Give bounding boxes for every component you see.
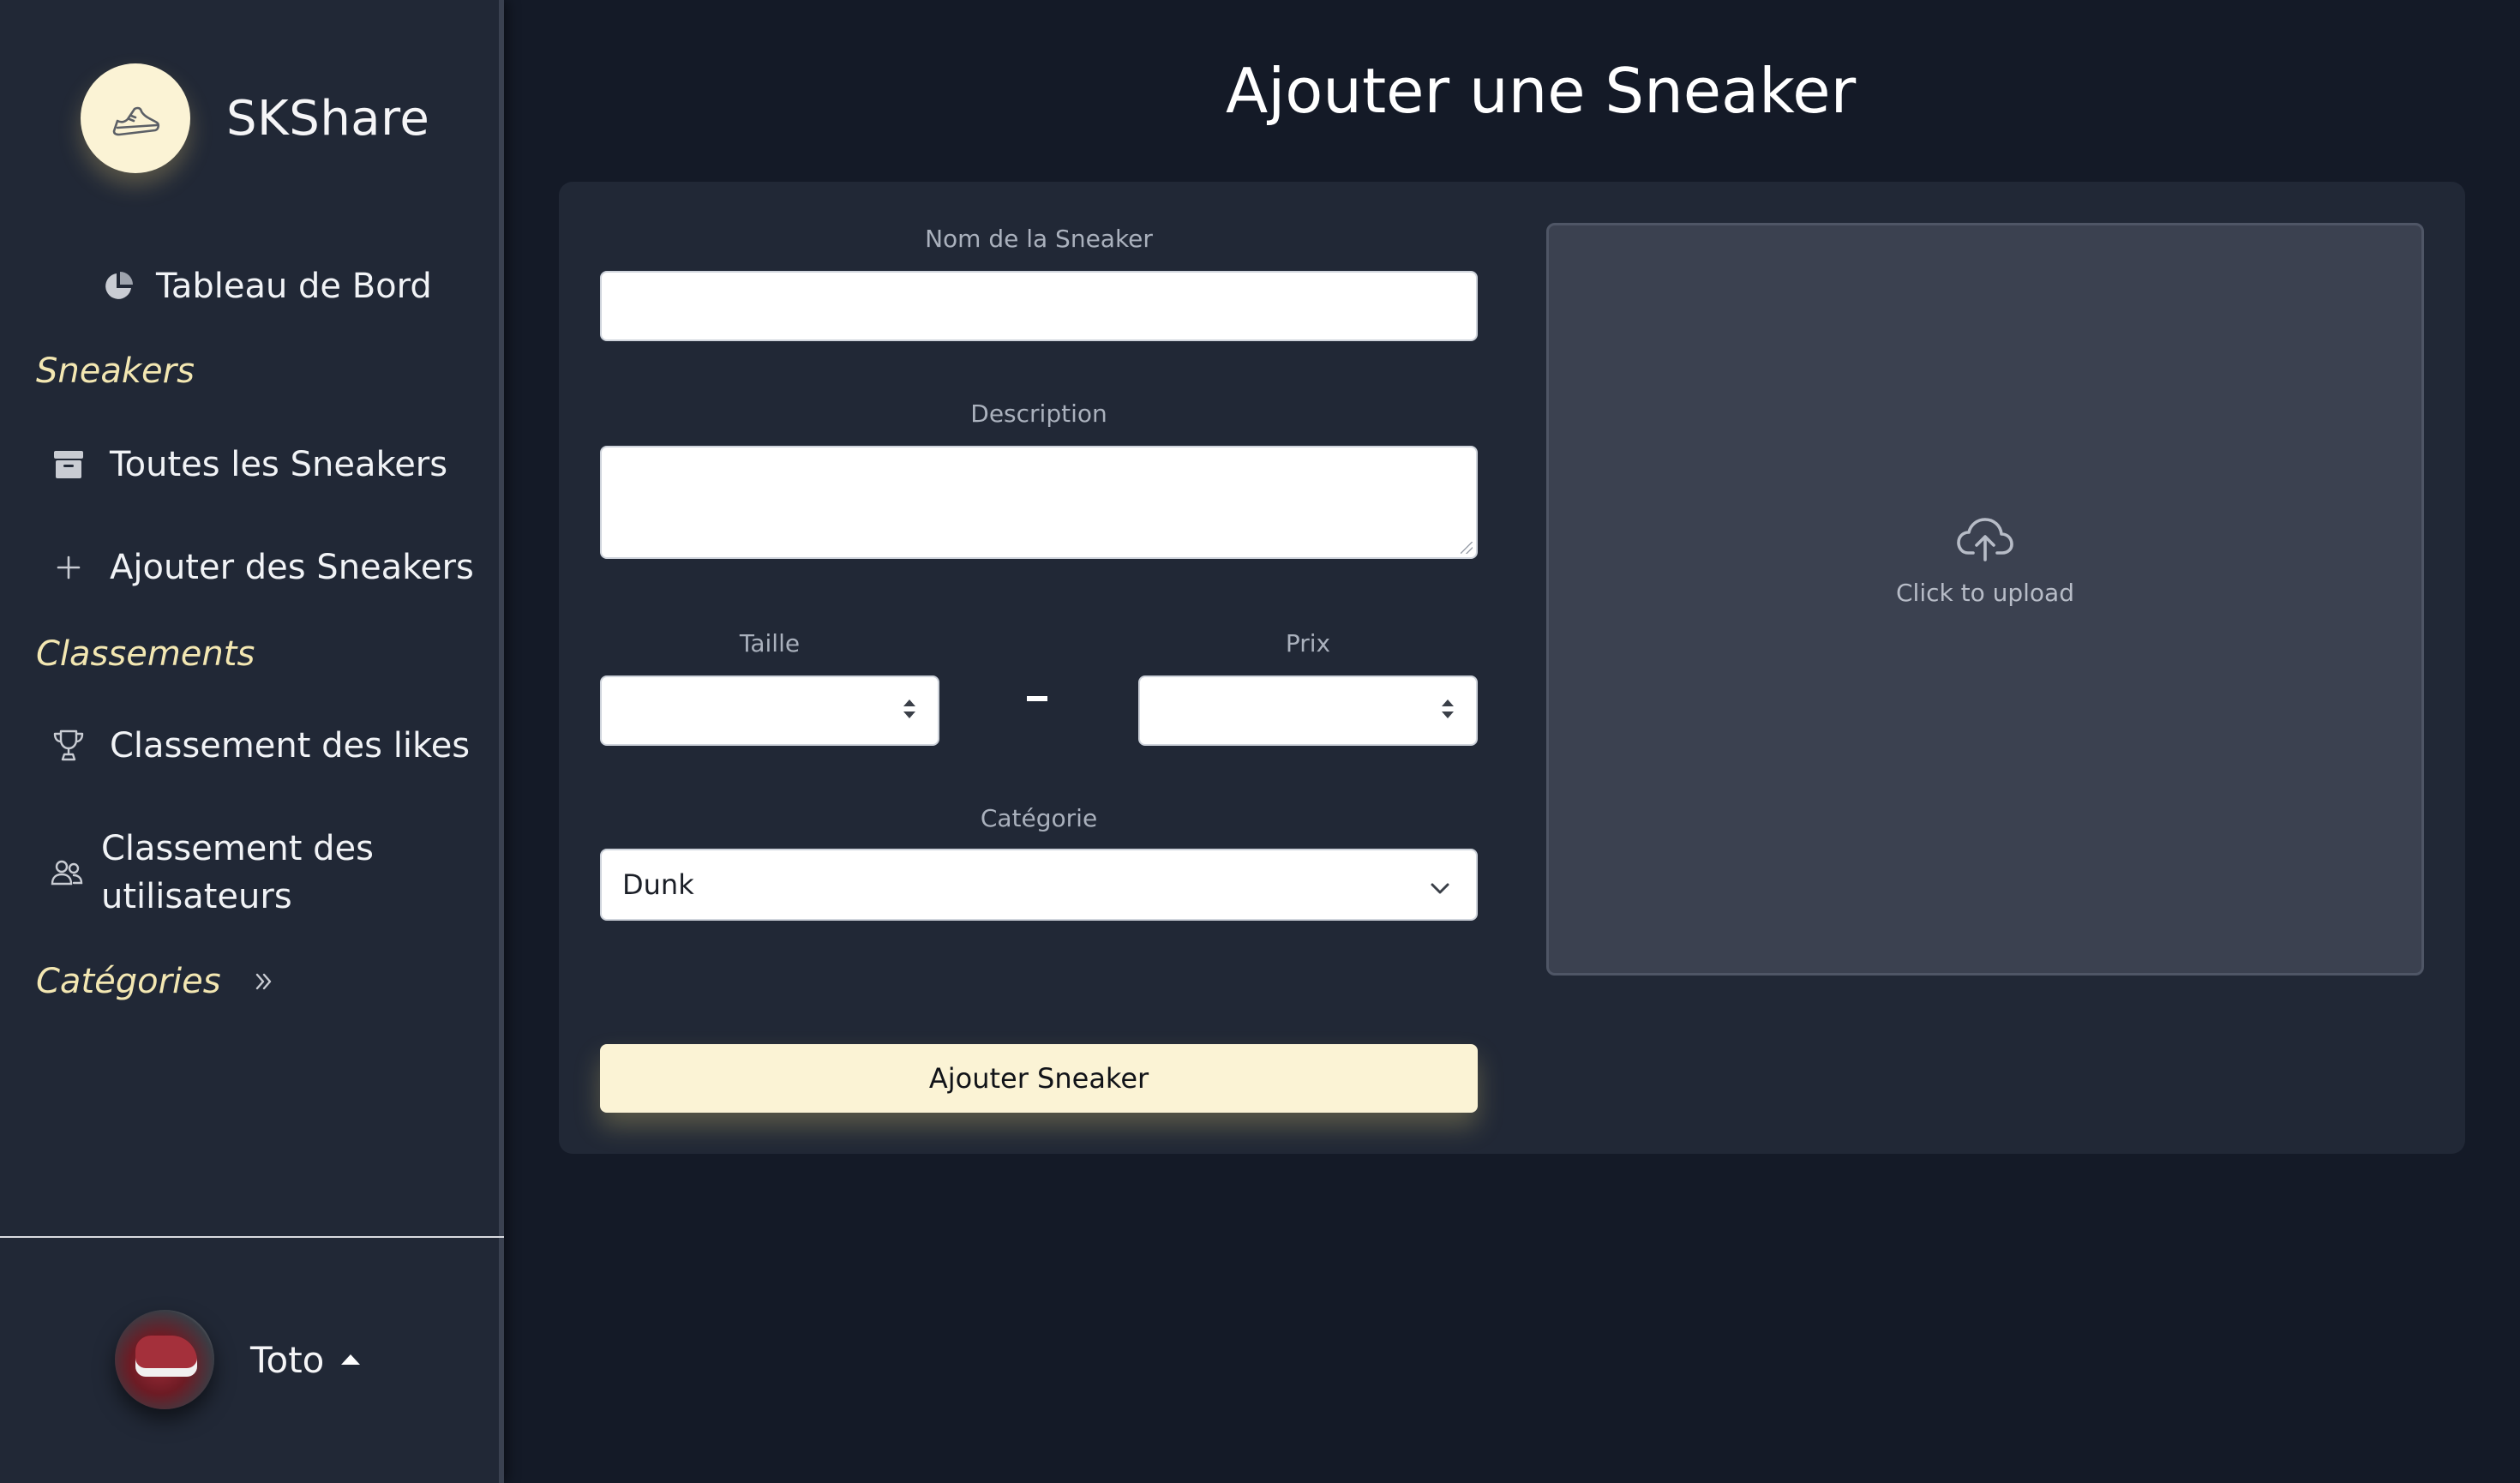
upload-prompt: Click to upload: [1896, 515, 2074, 607]
section-title-classements: Classements: [36, 634, 255, 674]
section-title-sneakers: Sneakers: [36, 351, 195, 391]
name-label: Nom de la Sneaker: [925, 225, 1153, 253]
brand-name: SKShare: [226, 90, 430, 147]
sidebar-divider: [0, 1236, 504, 1238]
sidebar: SKShare Tableau de Bord Sneakers Toutes …: [0, 0, 504, 1483]
archive-box-icon: [50, 446, 87, 483]
sidebar-item-label: Toutes les Sneakers: [110, 445, 448, 484]
sidebar-item-dashboard[interactable]: Tableau de Bord: [99, 262, 432, 310]
trophy-icon: [50, 727, 87, 765]
user-name: Toto: [250, 1338, 325, 1381]
size-input[interactable]: [600, 675, 939, 746]
sidebar-item-label: Classement des utilisateurs: [101, 829, 375, 916]
sidebar-item-label: Classement des likes: [110, 726, 471, 766]
upload-text: Click to upload: [1896, 578, 2074, 607]
sidebar-item-all-sneakers[interactable]: Toutes les Sneakers: [50, 441, 447, 489]
number-stepper-icon[interactable]: [903, 699, 915, 718]
caret-up-icon: [341, 1354, 361, 1365]
sidebar-item-users-ranking[interactable]: Classement des utilisateurs: [50, 825, 427, 921]
description-label: Description: [970, 399, 1107, 428]
chevron-double-right-icon: [245, 963, 283, 1000]
sidebar-item-label: Ajouter des Sneakers: [110, 548, 474, 587]
sidebar-item-add-sneakers[interactable]: Ajouter des Sneakers: [50, 543, 474, 591]
price-input[interactable]: [1138, 675, 1478, 746]
sidebar-item-likes-ranking[interactable]: Classement des likes: [50, 722, 470, 770]
category-label: Catégorie: [980, 804, 1098, 832]
image-upload-dropzone[interactable]: Click to upload: [1546, 223, 2424, 976]
resize-handle-icon[interactable]: [1461, 542, 1473, 554]
price-label: Prix: [1285, 629, 1331, 657]
cloud-upload-icon: [1957, 517, 2013, 561]
category-select[interactable]: Dunk: [600, 849, 1478, 921]
section-title-categories: Catégories: [36, 962, 221, 1001]
number-stepper-icon[interactable]: [1442, 699, 1454, 718]
users-icon: [50, 854, 84, 892]
sneaker-icon: [112, 106, 160, 136]
sidebar-item-label: Tableau de Bord: [156, 267, 432, 306]
page-title: Ajouter une Sneaker: [1226, 55, 1857, 127]
plus-icon: [50, 549, 87, 586]
pie-chart-icon: [99, 267, 137, 305]
category-selected-value: Dunk: [622, 868, 694, 901]
brand-logo: [81, 63, 190, 173]
user-menu[interactable]: Toto: [115, 1310, 361, 1409]
add-sneaker-button[interactable]: Ajouter Sneaker: [600, 1044, 1478, 1113]
chevron-down-icon: [1428, 874, 1452, 907]
sidebar-item-categories[interactable]: Catégories: [36, 962, 283, 1001]
brand[interactable]: SKShare: [81, 63, 429, 173]
avatar: [115, 1310, 214, 1409]
size-label: Taille: [739, 629, 801, 657]
size-price-separator: [1027, 696, 1047, 701]
description-textarea[interactable]: [600, 446, 1478, 559]
name-input[interactable]: [600, 271, 1478, 341]
